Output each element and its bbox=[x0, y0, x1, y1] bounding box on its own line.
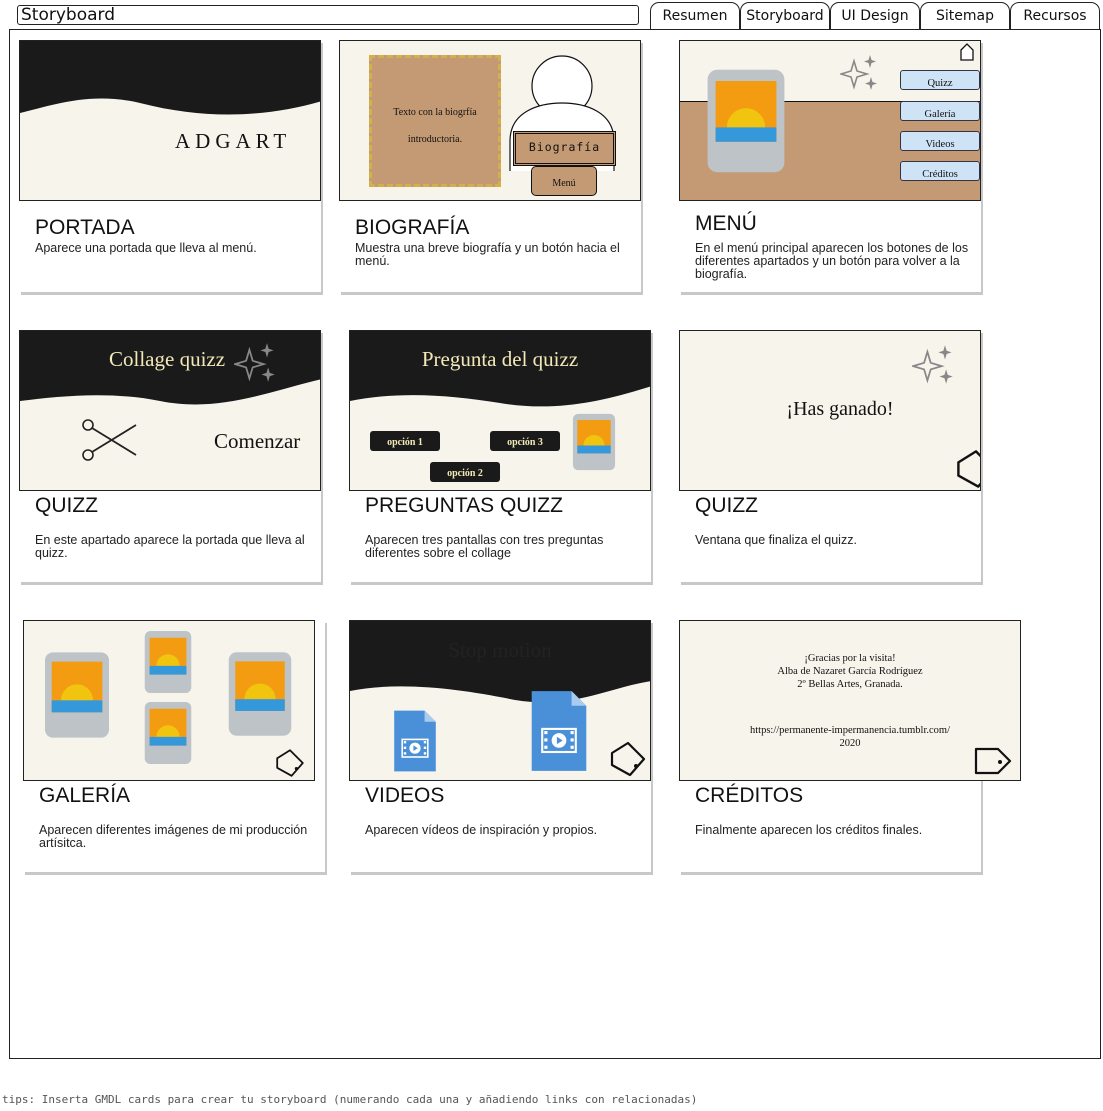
card-creditos[interactable]: ¡Gracias por la visita! Alba de Nazaret … bbox=[679, 620, 1021, 872]
sparkle-icon bbox=[840, 53, 880, 93]
video-file-icon[interactable] bbox=[528, 689, 590, 773]
tag-icon[interactable] bbox=[954, 447, 981, 491]
card-menu[interactable]: Quizz Galería Videos Créditos MENÚ En el… bbox=[679, 40, 981, 292]
question-title: Pregunta del quizz bbox=[421, 347, 579, 371]
wave-header bbox=[20, 41, 320, 115]
card-heading: GALERÍA bbox=[39, 784, 131, 807]
card-description: Ventana que finaliza el quizz. bbox=[695, 533, 857, 547]
card-description: Muestra una breve biografía y un botón h… bbox=[355, 241, 620, 268]
screen-biografia: Texto con la biogrfía introductoria. Bio… bbox=[339, 40, 641, 201]
card-heading: BIOGRAFÍA bbox=[355, 216, 470, 239]
image-icon bbox=[572, 413, 616, 471]
image-icon bbox=[228, 652, 292, 736]
quizz-title: Collage quizz bbox=[109, 347, 226, 371]
tab-recursos[interactable]: Recursos bbox=[1010, 2, 1100, 30]
menu-button-videos[interactable]: Videos bbox=[900, 131, 980, 151]
credits-url[interactable]: https://permanente-impermanencia.tumblr.… bbox=[680, 724, 1020, 737]
menu-button-galeria[interactable]: Galería bbox=[900, 101, 980, 121]
tab-resumen[interactable]: Resumen bbox=[650, 2, 740, 30]
card-quizz-final[interactable]: ¡Has ganado! QUIZZ Ventana que finaliza … bbox=[679, 330, 981, 582]
card-heading: QUIZZ bbox=[35, 494, 98, 517]
home-icon[interactable] bbox=[959, 43, 975, 61]
image-icon bbox=[144, 630, 192, 694]
card-description: Aparecen diferentes imágenes de mi produ… bbox=[39, 823, 308, 850]
credits-school: 2º Bellas Artes, Granada. bbox=[797, 679, 903, 690]
card-quizz[interactable]: Collage quizz Comenzar QUIZZ En este apa… bbox=[19, 330, 321, 582]
video-file-icon[interactable] bbox=[388, 709, 442, 773]
card-preguntas-quizz[interactable]: Pregunta del quizz opción 1 opción 3 opc… bbox=[349, 330, 651, 582]
menu-button-quizz[interactable]: Quizz bbox=[900, 70, 980, 90]
card-galeria[interactable]: GALERÍA Aparecen diferentes imágenes de … bbox=[23, 620, 325, 872]
tab-sitemap[interactable]: Sitemap bbox=[920, 2, 1010, 30]
tips-text: tips: Inserta GMDL cards para crear tu s… bbox=[2, 1093, 698, 1106]
screen-creditos: ¡Gracias por la visita! Alba de Nazaret … bbox=[679, 620, 1021, 781]
start-button[interactable]: Comenzar bbox=[214, 429, 300, 454]
image-icon bbox=[45, 652, 109, 738]
credits-block: ¡Gracias por la visita! Alba de Nazaret … bbox=[680, 652, 1020, 691]
card-description: En este apartado aparece la portada que … bbox=[35, 533, 305, 560]
card-biografia[interactable]: Texto con la biogrfía introductoria. Bio… bbox=[339, 40, 641, 292]
screen-preguntas: Pregunta del quizz opción 1 opción 3 opc… bbox=[349, 330, 651, 491]
card-videos[interactable]: Stop motion VIDEOS Aparecen vídeos de in… bbox=[349, 620, 651, 872]
storyboard-title-field[interactable]: Storyboard bbox=[17, 5, 639, 25]
card-heading: VIDEOS bbox=[365, 784, 445, 807]
credits-author: Alba de Nazaret García Rodríguez bbox=[777, 666, 923, 677]
sparkle-icon bbox=[234, 341, 278, 385]
card-portada[interactable]: ADGART PORTADA Aparece una portada que l… bbox=[19, 40, 321, 292]
card-heading: PREGUNTAS QUIZZ bbox=[365, 494, 563, 517]
credits-thanks: ¡Gracias por la visita! bbox=[804, 653, 896, 664]
image-icon bbox=[144, 701, 192, 765]
menu-button[interactable]: Menú bbox=[531, 166, 597, 196]
image-icon bbox=[707, 69, 785, 173]
screen-portada: ADGART bbox=[19, 40, 321, 201]
card-heading: MENÚ bbox=[695, 212, 757, 235]
win-message: ¡Has ganado! bbox=[786, 398, 894, 420]
tag-icon[interactable] bbox=[274, 747, 306, 779]
card-heading: QUIZZ bbox=[695, 494, 758, 517]
scissors-icon bbox=[82, 419, 137, 461]
sparkle-icon bbox=[912, 343, 956, 387]
card-description: Finalmente aparecen los créditos finales… bbox=[695, 823, 923, 837]
tag-icon[interactable] bbox=[974, 745, 1014, 781]
screen-galeria bbox=[23, 620, 315, 781]
screen-menu: Quizz Galería Videos Créditos bbox=[679, 40, 981, 201]
tab-storyboard[interactable]: Storyboard bbox=[740, 2, 830, 30]
card-heading: CRÉDITOS bbox=[695, 784, 804, 807]
tab-ui-design[interactable]: UI Design bbox=[830, 2, 920, 30]
credits-year: 2020 bbox=[839, 738, 861, 749]
screen-videos: Stop motion bbox=[349, 620, 651, 781]
option-button-3[interactable]: opción 3 bbox=[490, 431, 560, 451]
card-heading: PORTADA bbox=[35, 216, 135, 239]
screen-quizz-final: ¡Has ganado! bbox=[679, 330, 981, 491]
card-description: Aparece una portada que lleva al menú. bbox=[35, 241, 257, 255]
card-description: En el menú principal aparecen los botone… bbox=[695, 241, 969, 281]
videos-title: Stop motion bbox=[448, 638, 552, 662]
logo-text: ADGART bbox=[175, 129, 292, 153]
credits-link-block: https://permanente-impermanencia.tumblr.… bbox=[680, 724, 1020, 750]
name-label: Biografía bbox=[513, 131, 616, 166]
tag-icon[interactable] bbox=[608, 739, 648, 779]
menu-button-creditos[interactable]: Créditos bbox=[900, 161, 980, 181]
option-button-1[interactable]: opción 1 bbox=[370, 431, 440, 451]
screen-quizz: Collage quizz Comenzar bbox=[19, 330, 321, 491]
card-description: Aparecen vídeos de inspiración y propios… bbox=[365, 823, 598, 837]
option-button-2[interactable]: opción 2 bbox=[430, 462, 500, 482]
card-description: Aparecen tres pantallas con tres pregunt… bbox=[365, 533, 604, 560]
